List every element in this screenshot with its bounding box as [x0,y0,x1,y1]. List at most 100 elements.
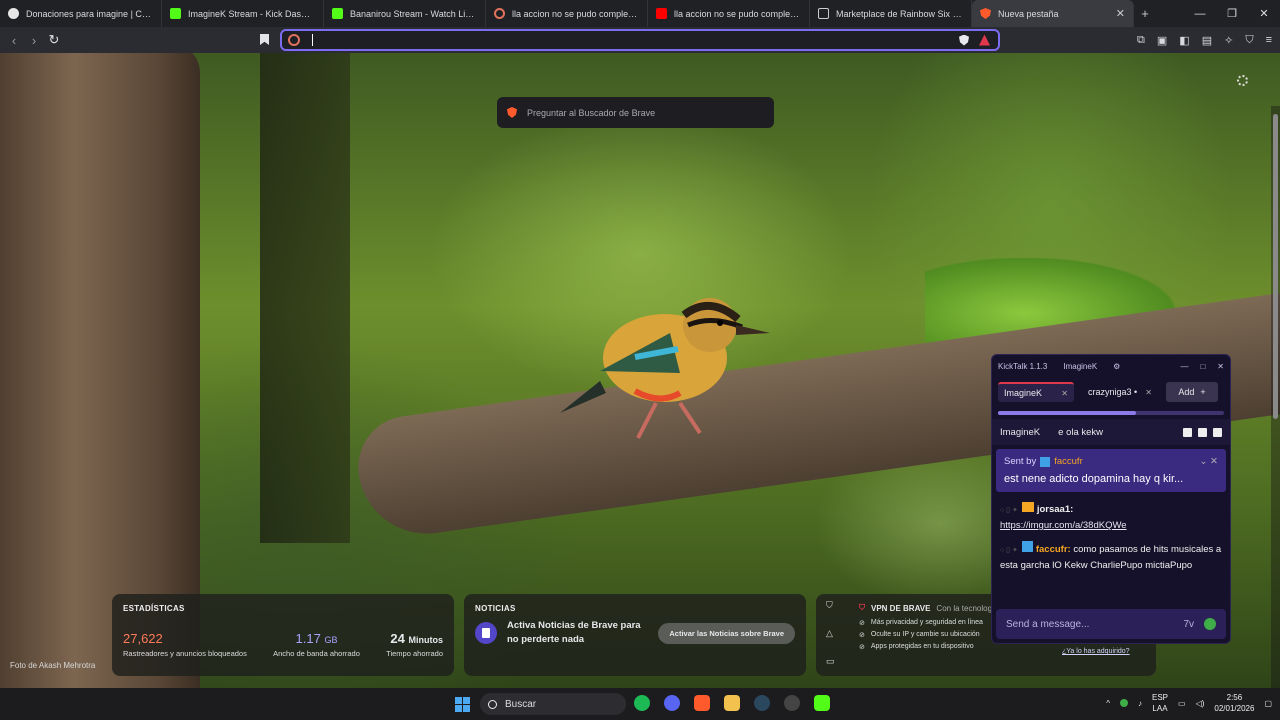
search-placeholder: Preguntar al Buscador de Brave [527,107,656,118]
brave-shields-icon[interactable] [959,34,969,46]
spotify-icon[interactable] [634,695,650,711]
bookmark-pin-icon[interactable] [1213,427,1222,437]
maximize-button[interactable]: □ [1200,362,1205,371]
brave-search-box[interactable]: Preguntar al Buscador de Brave [497,97,774,128]
message-input[interactable]: Send a message... 7v [996,609,1226,639]
page-icon [818,8,829,19]
minimize-button[interactable]: — [1184,0,1216,27]
channel-status: e ola kekw [1058,426,1104,438]
enable-news-button[interactable]: Activar las Noticias sobre Brave [658,622,795,644]
news-title: NOTICIAS [475,604,516,613]
brave-browser-icon[interactable] [694,695,710,711]
extensions-icon[interactable]: ⧉ [1137,34,1145,47]
window-controls: — ❐ ✕ [1184,0,1280,27]
notifications-icon[interactable]: ▢ [1264,699,1272,708]
minimize-button[interactable]: — [1180,362,1188,371]
emoji-icon[interactable] [1204,618,1216,630]
sidebar-icon[interactable]: ◧ [1179,34,1189,47]
file-explorer-icon[interactable] [724,695,740,711]
stat-desc: Tiempo ahorrado [386,649,443,658]
tab-item[interactable]: ImagineK Stream - Kick Dashboard [162,0,324,27]
tab-label: Nueva pestaña [998,8,1059,19]
chat-username[interactable]: jorsaa1: [1037,504,1073,515]
back-button[interactable]: ‹ [4,30,24,50]
rewards-tab-icon[interactable]: ▭ [826,656,835,667]
bookmark-icon[interactable] [260,34,269,45]
kick-icon[interactable] [814,695,830,711]
tab-item[interactable]: lla accion no se pudo completar por... [648,0,810,27]
vpn-purchased-link[interactable]: ¿Ya lo has adquirido? [1062,648,1130,655]
screenshot-icon[interactable]: ▣ [1157,34,1167,47]
kicktalk-titlebar: KickTalk 1.1.3 ImagineK ⚙ — □ ✕ [992,355,1230,377]
volume-icon[interactable]: ◁) [1196,699,1205,708]
taskbar-apps [634,695,830,711]
clock[interactable]: 2:56 02/01/2026 [1214,692,1254,714]
add-chat-button[interactable]: Add + [1166,382,1218,402]
address-bar[interactable] [280,29,1000,51]
pin-icon[interactable] [1183,427,1192,437]
tab-new-tab-active[interactable]: Nueva pestaña ✕ [972,0,1134,27]
maximize-button[interactable]: ❐ [1216,0,1248,27]
stat-unit: Minutos [408,635,444,645]
tab-label: Marketplace de Rainbow Six Siege - [836,8,963,19]
pinned-user[interactable]: faccufr [1054,456,1083,467]
chat-username[interactable]: faccufr: [1036,544,1071,555]
scrollbar-thumb[interactable] [1273,114,1278,419]
app-icon[interactable] [784,695,800,711]
taskbar-search[interactable]: Buscar [480,693,626,715]
tab-label: Donaciones para imagine | Ceneka [26,8,153,19]
chat-tab[interactable]: ImagineK ✕ [998,382,1074,402]
vpn-title: VPN DE BRAVE [871,603,931,613]
language-indicator[interactable]: ESP LAA [1152,692,1168,714]
close-tab-icon[interactable]: ✕ [1116,7,1125,20]
chat-message: ○ ▯ ✦ jorsaa1: https://imgur.com/a/38dKQW… [992,498,1230,537]
kicktalk-user[interactable]: ImagineK [1063,362,1097,371]
reload-button[interactable]: ↻ [44,30,64,50]
tab-item[interactable]: Bananirou Stream - Watch Live on Kick [324,0,486,27]
discord-icon[interactable] [664,695,680,711]
vpn-icon[interactable]: ⛉ [1245,34,1253,47]
microphone-icon[interactable]: ♪ [1138,699,1142,708]
page-scrollbar[interactable] [1271,106,1280,688]
tab-label: Bananirou Stream - Watch Live on Kick [350,8,477,19]
list-item: ⊘ Apps protegidas en tu dispositivo [859,643,974,651]
start-button[interactable] [455,697,470,712]
close-tab-icon[interactable]: ✕ [1061,389,1068,398]
tab-item[interactable]: Donaciones para imagine | Ceneka [0,0,162,27]
settings-icon[interactable]: ⚙ [1113,362,1120,371]
chevron-up-icon[interactable]: ^ [1106,699,1110,708]
network-icon[interactable]: ▭ [1178,699,1186,708]
tab-item[interactable]: lla accion no se pudo completar por... [486,0,648,27]
search-label: Buscar [505,698,537,710]
close-tab-icon[interactable]: ✕ [1145,388,1152,397]
chat-link[interactable]: https://imgur.com/a/38dKQWe [1000,520,1127,531]
settings-gear-icon[interactable] [1237,75,1248,86]
steam-icon[interactable] [754,695,770,711]
stat-value: 1.17 [295,631,321,646]
forward-button[interactable]: › [24,30,44,50]
user-badge-icon [1040,456,1051,467]
brave-icon [494,8,505,19]
message-actions[interactable]: ○ ▯ ✦ [1000,543,1018,558]
leo-ai-icon[interactable]: ✧ [1224,34,1233,47]
status-dot-icon[interactable] [1119,699,1128,707]
tab-item[interactable]: Marketplace de Rainbow Six Siege - [810,0,972,27]
7tv-emote-icon[interactable]: 7v [1183,619,1194,630]
menu-icon[interactable]: ≡ [1266,34,1272,47]
close-button[interactable]: ✕ [1248,0,1280,27]
message-actions[interactable]: ○ ▯ ✦ [1000,503,1018,518]
expand-icon[interactable]: ⌄ ✕ [1199,456,1218,467]
vpn-tab-icon[interactable]: ⛉ [826,600,835,611]
widget-switcher: ⛉ △ ▭ [826,600,835,667]
chat-tab[interactable]: crazyniga3 • ✕ [1082,382,1158,402]
user-icon[interactable] [1198,427,1207,437]
new-tab-button[interactable]: + [1134,0,1156,27]
talk-tab-icon[interactable]: △ [826,628,835,639]
tab-strip: Donaciones para imagine | Ceneka Imagine… [0,0,1280,27]
photo-credit[interactable]: Foto de Akash Mehrotra [10,661,95,670]
brave-rewards-icon[interactable] [979,34,990,46]
tab-label: lla accion no se pudo completar por... [674,8,801,19]
wallet-icon[interactable]: ▤ [1202,34,1212,47]
close-button[interactable]: ✕ [1217,362,1224,371]
list-item: ⊘ Oculte su IP y cambie su ubicación [859,631,980,639]
